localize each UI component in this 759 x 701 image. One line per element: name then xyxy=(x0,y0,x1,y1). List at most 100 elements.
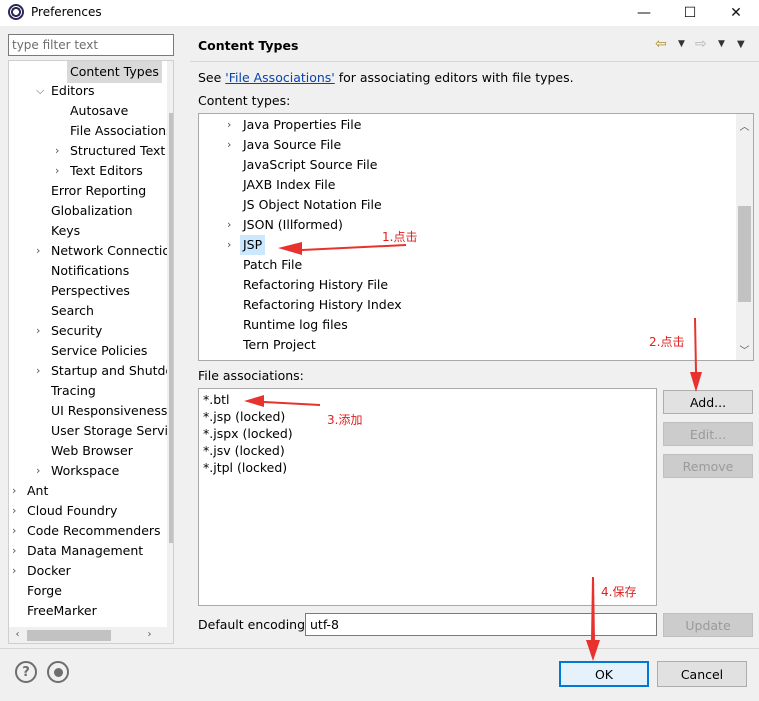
eclipse-logo-icon xyxy=(8,4,24,20)
content-type-item[interactable]: JavaScript Source File xyxy=(199,155,735,175)
chevron-right-icon[interactable]: › xyxy=(36,321,48,341)
tree-item-label: Globalization xyxy=(51,203,133,218)
content-types-scroll-thumb[interactable] xyxy=(738,206,751,302)
tree-item-label: Cloud Foundry xyxy=(27,503,118,518)
view-menu-icon[interactable]: ▼ xyxy=(737,39,745,50)
file-association-item[interactable]: *.jsp (locked) xyxy=(203,408,285,425)
default-encoding-input[interactable] xyxy=(305,613,657,636)
tree-item-label: Forge xyxy=(27,583,62,598)
footer-divider xyxy=(0,648,759,649)
content-type-item[interactable]: › JSP xyxy=(199,235,735,255)
tree-item-label: UI Responsiveness xyxy=(51,403,168,418)
chevron-right-icon[interactable]: › xyxy=(12,481,24,501)
chevron-right-icon[interactable]: › xyxy=(227,135,239,155)
content-type-item[interactable]: Patch File xyxy=(199,255,735,275)
tree-item-label: Error Reporting xyxy=(51,183,147,198)
file-association-item[interactable]: *.jspx (locked) xyxy=(203,425,293,442)
content-type-label: Refactoring History Index xyxy=(243,297,402,312)
content-type-item[interactable]: Runtime log files xyxy=(199,315,735,335)
tree-item-label: File Associations xyxy=(70,123,173,138)
scroll-left-icon[interactable]: ‹ xyxy=(9,629,26,640)
content-type-item[interactable]: JAXB Index File xyxy=(199,175,735,195)
maximize-button[interactable]: ☐ xyxy=(667,0,713,26)
page-title: Content Types xyxy=(198,38,299,53)
window-title: Preferences xyxy=(31,5,102,19)
chevron-right-icon[interactable]: › xyxy=(12,521,24,541)
add-button[interactable]: Add... xyxy=(663,390,753,414)
chevron-right-icon[interactable]: › xyxy=(227,115,239,135)
content-type-label: JavaScript Source File xyxy=(243,157,378,172)
content-type-item[interactable]: JS Object Notation File xyxy=(199,195,735,215)
content-type-label: Java Source File xyxy=(243,137,342,152)
chevron-right-icon[interactable]: › xyxy=(12,541,24,561)
chevron-down-icon[interactable]: ⌵ xyxy=(36,81,48,101)
tree-item-label: Docker xyxy=(27,563,71,578)
forward-icon[interactable]: ⇨ xyxy=(695,36,707,52)
tree-item-label: User Storage Service xyxy=(51,423,174,438)
chevron-right-icon[interactable]: › xyxy=(36,241,48,261)
help-icon[interactable]: ? xyxy=(15,661,37,683)
chevron-right-icon[interactable]: › xyxy=(227,215,239,235)
content-type-label: Refactoring History File xyxy=(243,277,389,292)
tree-item-label: Editors xyxy=(51,83,95,98)
tree-item-label: Tracing xyxy=(51,383,96,398)
scroll-down-icon[interactable]: ﹀ xyxy=(736,342,753,357)
file-association-item[interactable]: *.jtpl (locked) xyxy=(203,459,287,476)
chevron-right-icon[interactable]: › xyxy=(36,461,48,481)
tree-horizontal-scroll-thumb[interactable] xyxy=(27,630,111,641)
tree-item-label: Text Editors xyxy=(70,163,143,178)
tree-item-label: Search xyxy=(51,303,94,318)
chevron-right-icon[interactable]: › xyxy=(12,501,24,521)
chevron-right-icon[interactable]: › xyxy=(55,141,67,161)
tree-item-label: Notifications xyxy=(51,263,130,278)
minimize-button[interactable]: — xyxy=(621,0,667,26)
annotation-step-2: 2.点击 xyxy=(649,335,685,349)
content-type-label: JAXB Index File xyxy=(243,177,336,192)
record-icon[interactable] xyxy=(47,661,69,683)
chevron-right-icon[interactable]: › xyxy=(227,235,239,255)
file-associations-label: File associations: xyxy=(198,368,304,383)
file-association-item[interactable]: *.jsv (locked) xyxy=(203,442,285,459)
default-encoding-label: Default encoding: xyxy=(198,617,310,632)
file-association-item[interactable]: *.btl xyxy=(203,391,230,408)
header-divider xyxy=(190,61,759,62)
file-associations-link[interactable]: 'File Associations' xyxy=(225,70,334,85)
content-types-label: Content types: xyxy=(198,93,291,108)
back-menu-icon[interactable]: ▼ xyxy=(678,39,685,49)
chevron-right-icon[interactable]: › xyxy=(55,161,67,181)
content-type-label: JSP xyxy=(240,235,266,255)
content-types-tree[interactable]: › Java Properties File › Java Source File Ja… xyxy=(198,113,754,361)
chevron-right-icon[interactable]: › xyxy=(12,561,24,581)
edit-button[interactable]: Edit... xyxy=(663,422,753,446)
scroll-right-icon[interactable]: › xyxy=(141,629,158,640)
preference-tree[interactable]: Content Types ⌵ Editors Autosave File Associ… xyxy=(8,60,174,644)
annotation-step-3: 3.添加 xyxy=(327,413,363,427)
content-type-label: Java Properties File xyxy=(243,117,362,132)
tree-item-label: Startup and Shutdown xyxy=(51,363,174,378)
content-type-item[interactable]: Refactoring History File xyxy=(199,275,735,295)
chevron-right-icon[interactable]: › xyxy=(36,361,48,381)
tree-item-label: Structured Text Editors xyxy=(70,143,173,158)
content-type-item[interactable]: › Java Properties File xyxy=(199,115,735,135)
ok-button[interactable]: OK xyxy=(559,661,649,687)
remove-button[interactable]: Remove xyxy=(663,454,753,478)
content-type-item[interactable]: › Java Source File xyxy=(199,135,735,155)
tree-vertical-scroll-thumb[interactable] xyxy=(169,113,173,543)
scroll-up-icon[interactable]: ︿ xyxy=(736,118,753,133)
tree-item-label: Data Management xyxy=(27,543,144,558)
tree-item-label: Security xyxy=(51,323,103,338)
file-associations-list[interactable]: *.btl *.jsp (locked) *.jspx (locked) *.jsv … xyxy=(198,388,657,606)
back-icon[interactable]: ⇦ xyxy=(655,36,667,52)
panel-sash[interactable] xyxy=(181,28,185,648)
forward-menu-icon[interactable]: ▼ xyxy=(718,39,725,49)
update-button[interactable]: Update xyxy=(663,613,753,637)
see-prefix: See xyxy=(198,70,226,85)
filter-input[interactable] xyxy=(8,34,174,56)
cancel-button[interactable]: Cancel xyxy=(657,661,747,687)
close-button[interactable]: ✕ xyxy=(713,0,759,26)
content-type-label: Runtime log files xyxy=(243,317,348,332)
content-type-item[interactable]: › JSON (Illformed) xyxy=(199,215,735,235)
content-type-label: Patch File xyxy=(243,257,303,272)
tree-item-label: Service Policies xyxy=(51,343,148,358)
content-type-item[interactable]: Refactoring History Index xyxy=(199,295,735,315)
